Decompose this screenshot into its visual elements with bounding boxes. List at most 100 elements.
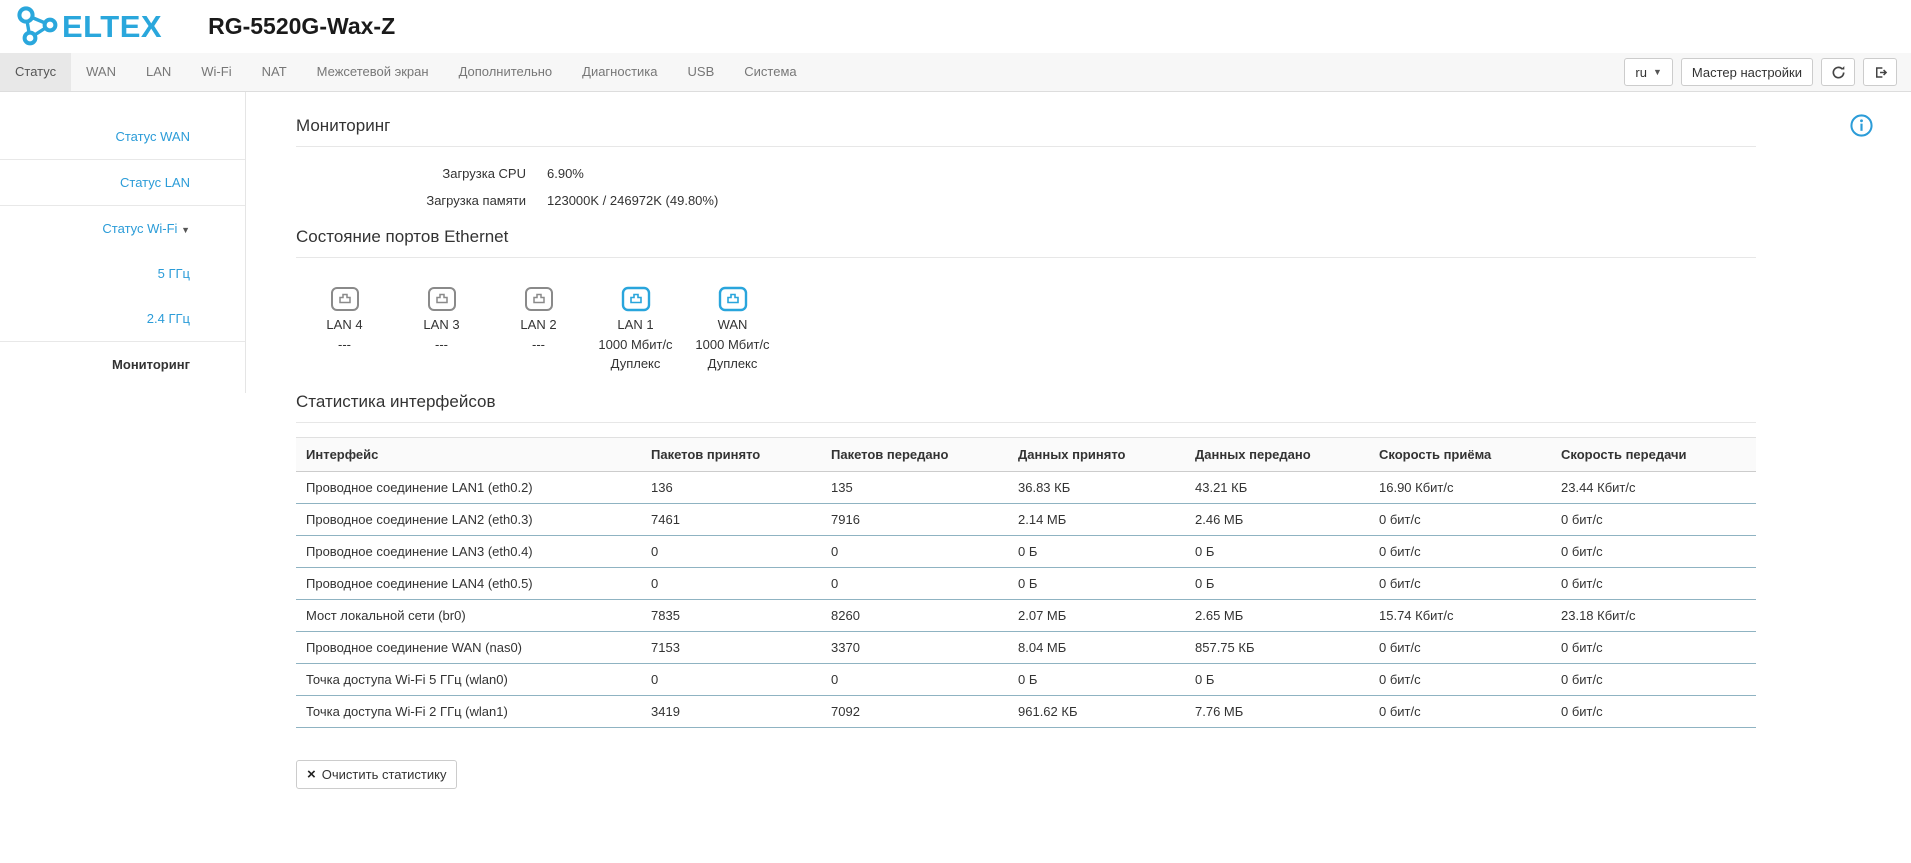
col-speed-rx: Скорость приёма <box>1369 437 1551 471</box>
cpu-load-value: 6.90% <box>547 166 584 181</box>
language-select[interactable]: ru ▼ <box>1624 58 1672 86</box>
port-status: --- <box>490 335 587 355</box>
sidebar-item-status-wan[interactable]: Статус WAN <box>0 114 245 160</box>
cell: 136 <box>641 471 821 503</box>
col-packets-rx: Пакетов принято <box>641 437 821 471</box>
sidebar-item-status-lan[interactable]: Статус LAN <box>0 160 245 206</box>
col-speed-tx: Скорость передачи <box>1551 437 1756 471</box>
logout-button[interactable] <box>1863 58 1897 86</box>
table-row: Проводное соединение LAN3 (eth0.4) 0 0 0… <box>296 535 1756 567</box>
sidebar-item-monitoring[interactable]: Мониторинг <box>0 342 245 387</box>
port-lan1: LAN 1 1000 Мбит/с Дуплекс <box>587 286 684 374</box>
tab-wan[interactable]: WAN <box>71 53 131 91</box>
content: Мониторинг Загрузка CPU 6.90% Загрузка п… <box>246 92 1911 862</box>
cell: Точка доступа Wi-Fi 5 ГГц (wlan0) <box>296 663 641 695</box>
cell: 135 <box>821 471 1008 503</box>
port-name: WAN <box>684 315 781 335</box>
port-duplex: Дуплекс <box>684 354 781 374</box>
cell: 2.14 МБ <box>1008 503 1185 535</box>
cell: 0 Б <box>1185 567 1369 599</box>
interface-stats-section: Статистика интерфейсов Интерфейс Пакетов… <box>296 392 1756 789</box>
cell: 0 бит/с <box>1551 567 1756 599</box>
cell: 0 <box>641 663 821 695</box>
chevron-down-icon: ▼ <box>1653 67 1662 77</box>
setup-wizard-button[interactable]: Мастер настройки <box>1681 58 1813 86</box>
cell: 7461 <box>641 503 821 535</box>
port-name: LAN 2 <box>490 315 587 335</box>
cell: 16.90 Кбит/с <box>1369 471 1551 503</box>
tab-wifi[interactable]: Wi-Fi <box>186 53 246 91</box>
cell: Проводное соединение LAN4 (eth0.5) <box>296 567 641 599</box>
table-row: Проводное соединение LAN2 (eth0.3) 7461 … <box>296 503 1756 535</box>
tab-status[interactable]: Статус <box>0 53 71 91</box>
memory-load-value: 123000K / 246972K (49.80%) <box>547 193 718 208</box>
ethernet-port-icon <box>684 286 781 314</box>
cell: Проводное соединение LAN3 (eth0.4) <box>296 535 641 567</box>
cell: 36.83 КБ <box>1008 471 1185 503</box>
cell: 3370 <box>821 631 1008 663</box>
cell: 0 бит/с <box>1551 535 1756 567</box>
tab-advanced[interactable]: Дополнительно <box>444 53 568 91</box>
cell: 0 <box>821 535 1008 567</box>
tab-lan[interactable]: LAN <box>131 53 186 91</box>
sidebar-item-status-wifi[interactable]: Статус Wi-Fi ▼ <box>0 206 245 251</box>
tab-nat[interactable]: NAT <box>247 53 302 91</box>
cell: 43.21 КБ <box>1185 471 1369 503</box>
cell: 0 Б <box>1008 567 1185 599</box>
clear-statistics-label: Очистить статистику <box>322 767 447 782</box>
interface-stats-title: Статистика интерфейсов <box>296 392 1756 423</box>
port-name: LAN 4 <box>296 315 393 335</box>
cell: 0 бит/с <box>1369 631 1551 663</box>
refresh-button[interactable] <box>1821 58 1855 86</box>
cell: 2.07 МБ <box>1008 599 1185 631</box>
port-name: LAN 3 <box>393 315 490 335</box>
cell: 0 Б <box>1185 535 1369 567</box>
cell: 2.65 МБ <box>1185 599 1369 631</box>
info-button[interactable] <box>1850 114 1873 140</box>
cell: 0 <box>821 567 1008 599</box>
chevron-down-icon: ▼ <box>181 225 190 235</box>
sidebar-item-wifi-5ghz[interactable]: 5 ГГц <box>0 251 245 296</box>
port-name: LAN 1 <box>587 315 684 335</box>
cpu-load-label: Загрузка CPU <box>296 166 526 181</box>
port-duplex: Дуплекс <box>587 354 684 374</box>
cell: 0 бит/с <box>1369 663 1551 695</box>
table-row: Мост локальной сети (br0) 7835 8260 2.07… <box>296 599 1756 631</box>
sidebar-item-label: Статус Wi-Fi <box>102 221 177 236</box>
cell: 0 Б <box>1185 663 1369 695</box>
cpu-load-row: Загрузка CPU 6.90% <box>296 161 1756 186</box>
port-wan: WAN 1000 Мбит/с Дуплекс <box>684 286 781 374</box>
cell: 15.74 Кбит/с <box>1369 599 1551 631</box>
cell: 23.44 Кбит/с <box>1551 471 1756 503</box>
cell: 7916 <box>821 503 1008 535</box>
sidebar: Статус WAN Статус LAN Статус Wi-Fi ▼ 5 Г… <box>0 92 246 393</box>
cell: 0 <box>641 535 821 567</box>
ethernet-ports-title: Состояние портов Ethernet <box>296 227 1756 258</box>
port-lan2: LAN 2 --- <box>490 286 587 374</box>
sidebar-item-wifi-24ghz[interactable]: 2.4 ГГц <box>0 296 245 342</box>
cell: 0 <box>641 567 821 599</box>
cell: 7835 <box>641 599 821 631</box>
ethernet-ports-section: Состояние портов Ethernet LAN 4 --- LAN … <box>296 227 1756 378</box>
ethernet-port-icon <box>490 286 587 314</box>
tab-usb[interactable]: USB <box>673 53 730 91</box>
monitoring-section: Мониторинг Загрузка CPU 6.90% Загрузка п… <box>296 116 1756 213</box>
cell: 0 Б <box>1008 663 1185 695</box>
tab-firewall[interactable]: Межсетевой экран <box>302 53 444 91</box>
close-icon: × <box>307 767 316 782</box>
cell: 0 бит/с <box>1369 503 1551 535</box>
memory-load-row: Загрузка памяти 123000K / 246972K (49.80… <box>296 188 1756 213</box>
table-row: Проводное соединение LAN1 (eth0.2) 136 1… <box>296 471 1756 503</box>
col-interface: Интерфейс <box>296 437 641 471</box>
cell: 0 бит/с <box>1551 503 1756 535</box>
tab-diagnostics[interactable]: Диагностика <box>567 53 672 91</box>
port-lan4: LAN 4 --- <box>296 286 393 374</box>
cell: 7092 <box>821 695 1008 727</box>
info-icon <box>1850 114 1873 137</box>
eltex-logo: ELTEX <box>10 4 162 50</box>
refresh-icon <box>1831 65 1846 80</box>
tab-system[interactable]: Система <box>729 53 811 91</box>
interface-stats-table: Интерфейс Пакетов принято Пакетов переда… <box>296 437 1756 728</box>
cell: 857.75 КБ <box>1185 631 1369 663</box>
clear-statistics-button[interactable]: × Очистить статистику <box>296 760 457 789</box>
